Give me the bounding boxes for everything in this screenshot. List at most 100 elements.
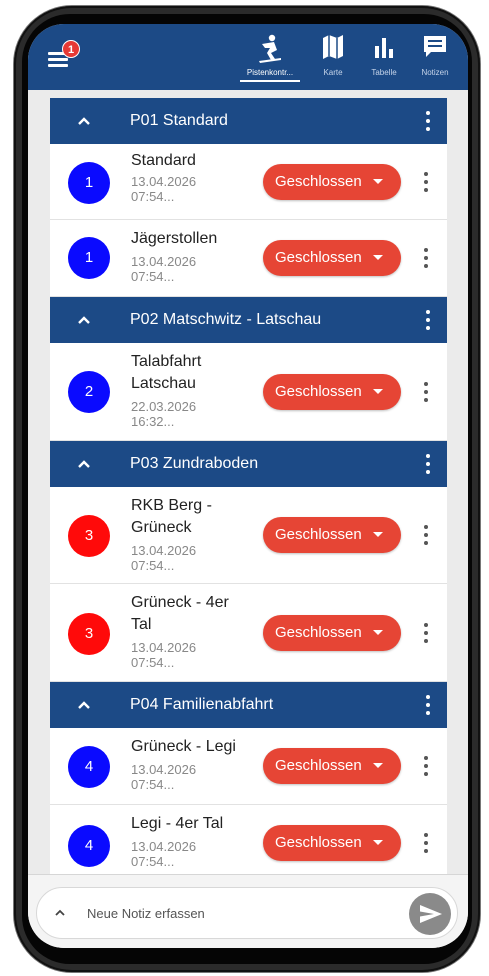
- status-label: Geschlossen: [275, 249, 362, 266]
- list-item[interactable]: 2 Talabfahrt Latschau 22.03.2026 16:32..…: [50, 343, 447, 441]
- caret-down-icon: [373, 840, 383, 845]
- status-label: Geschlossen: [275, 834, 362, 851]
- bar-chart-icon: [375, 38, 393, 58]
- piste-date: 22.03.2026: [131, 399, 197, 414]
- chevron-up-icon[interactable]: [74, 111, 94, 131]
- piste-number-badge: 1: [68, 162, 110, 204]
- tab-tabelle[interactable]: Tabelle: [362, 30, 406, 84]
- group-title: P02 Matschwitz - Latschau: [130, 311, 322, 328]
- group-header-p04[interactable]: P04 Familienabfahrt: [50, 682, 447, 728]
- piste-date: 13.04.2026: [131, 762, 197, 777]
- item-menu-button[interactable]: [421, 755, 431, 777]
- send-button[interactable]: [409, 893, 451, 935]
- piste-time: 07:54...: [131, 777, 175, 792]
- list-item[interactable]: 3 RKB Berg - Grüneck 13.04.2026 07:54...…: [50, 487, 447, 584]
- group-menu-button[interactable]: [423, 453, 433, 475]
- chevron-up-icon[interactable]: [74, 695, 94, 715]
- group-header-p02[interactable]: P02 Matschwitz - Latschau: [50, 297, 447, 343]
- skier-icon: [259, 34, 281, 63]
- item-menu-button[interactable]: [421, 524, 431, 546]
- piste-time: 16:32...: [131, 414, 175, 429]
- item-menu-button[interactable]: [421, 832, 431, 854]
- piste-time: 07:54...: [131, 189, 175, 204]
- note-field: [36, 887, 458, 939]
- piste-number-badge: 3: [68, 515, 110, 557]
- item-menu-button[interactable]: [421, 247, 431, 269]
- piste-number-badge: 2: [68, 371, 110, 413]
- piste-name: Grüneck - 4er Tal: [131, 594, 229, 633]
- caret-down-icon: [373, 179, 383, 184]
- group-header-p01[interactable]: P01 Standard: [50, 98, 447, 144]
- piste-time: 07:54...: [131, 269, 175, 284]
- app-bar: 1 Pistenkontr... Karte Tabelle Notizen: [28, 24, 468, 90]
- chevron-up-icon[interactable]: [74, 310, 94, 330]
- status-dropdown[interactable]: Geschlossen: [263, 615, 401, 651]
- piste-date: 13.04.2026: [131, 254, 197, 269]
- list-item[interactable]: 4 Grüneck - Legi 13.04.2026 07:54... Ges…: [50, 728, 447, 805]
- caret-down-icon: [373, 763, 383, 768]
- group-menu-button[interactable]: [423, 694, 433, 716]
- group-title: P01 Standard: [130, 112, 228, 129]
- piste-number-badge: 1: [68, 237, 110, 279]
- status-dropdown[interactable]: Geschlossen: [263, 374, 401, 410]
- group-header-p03[interactable]: P03 Zundraboden: [50, 441, 447, 487]
- notification-badge: 1: [62, 40, 80, 58]
- piste-name: Standard: [131, 152, 196, 169]
- list-item[interactable]: 1 Standard 13.04.2026 07:54... Geschloss…: [50, 144, 447, 220]
- tab-notizen[interactable]: Notizen: [412, 30, 458, 84]
- map-icon: [323, 35, 343, 59]
- piste-date: 13.04.2026: [131, 174, 197, 189]
- item-menu-button[interactable]: [421, 622, 431, 644]
- status-dropdown[interactable]: Geschlossen: [263, 517, 401, 553]
- caret-down-icon: [373, 389, 383, 394]
- tab-label: Pistenkontr...: [246, 68, 294, 77]
- tab-label: Karte: [323, 68, 343, 77]
- caret-down-icon: [373, 532, 383, 537]
- piste-name: RKB Berg - Grüneck: [131, 497, 212, 536]
- chevron-up-icon[interactable]: [74, 454, 94, 474]
- status-label: Geschlossen: [275, 526, 362, 543]
- status-dropdown[interactable]: Geschlossen: [263, 748, 401, 784]
- piste-date: 13.04.2026: [131, 543, 197, 558]
- piste-name: Jägerstollen: [131, 230, 218, 247]
- status-label: Geschlossen: [275, 757, 362, 774]
- list-item[interactable]: 1 Jägerstollen 13.04.2026 07:54... Gesch…: [50, 220, 447, 297]
- piste-name: Talabfahrt Latschau: [131, 353, 202, 392]
- piste-date: 13.04.2026: [131, 839, 197, 854]
- tab-karte[interactable]: Karte: [310, 30, 356, 84]
- list-item[interactable]: 4 Legi - 4er Tal 13.04.2026 07:54... Ges…: [50, 805, 447, 882]
- status-label: Geschlossen: [275, 624, 362, 641]
- status-label: Geschlossen: [275, 383, 362, 400]
- piste-name: Legi - 4er Tal: [131, 815, 224, 832]
- list-item[interactable]: 3 Grüneck - 4er Tal 13.04.2026 07:54... …: [50, 584, 447, 682]
- status-dropdown[interactable]: Geschlossen: [263, 164, 401, 200]
- status-label: Geschlossen: [275, 173, 362, 190]
- group-menu-button[interactable]: [423, 309, 433, 331]
- menu-button[interactable]: 1: [46, 40, 80, 76]
- tab-label: Tabelle: [371, 68, 397, 77]
- note-bar: [28, 874, 468, 948]
- piste-name: Grüneck - Legi: [131, 738, 236, 755]
- piste-date: 13.04.2026: [131, 640, 197, 655]
- piste-time: 07:54...: [131, 558, 175, 573]
- piste-time: 07:54...: [131, 854, 175, 869]
- status-dropdown[interactable]: Geschlossen: [263, 825, 401, 861]
- piste-number-badge: 4: [68, 746, 110, 788]
- item-menu-button[interactable]: [421, 171, 431, 193]
- piste-number-badge: 3: [68, 613, 110, 655]
- caret-down-icon: [373, 630, 383, 635]
- status-dropdown[interactable]: Geschlossen: [263, 240, 401, 276]
- group-menu-button[interactable]: [423, 110, 433, 132]
- send-icon: [420, 905, 442, 923]
- tab-label: Notizen: [421, 68, 449, 77]
- note-input[interactable]: [87, 902, 387, 924]
- note-icon: [424, 36, 446, 57]
- tab-pistenkontrolle[interactable]: Pistenkontr...: [234, 30, 306, 84]
- group-title: P03 Zundraboden: [130, 455, 259, 472]
- item-menu-button[interactable]: [421, 381, 431, 403]
- piste-time: 07:54...: [131, 655, 175, 670]
- piste-list: P01 Standard 1 Standard 13.04.2026 07:54…: [50, 98, 447, 882]
- app-screen: 1 Pistenkontr... Karte Tabelle Notizen P…: [28, 24, 468, 948]
- caret-down-icon: [373, 255, 383, 260]
- chevron-up-icon[interactable]: [53, 906, 67, 920]
